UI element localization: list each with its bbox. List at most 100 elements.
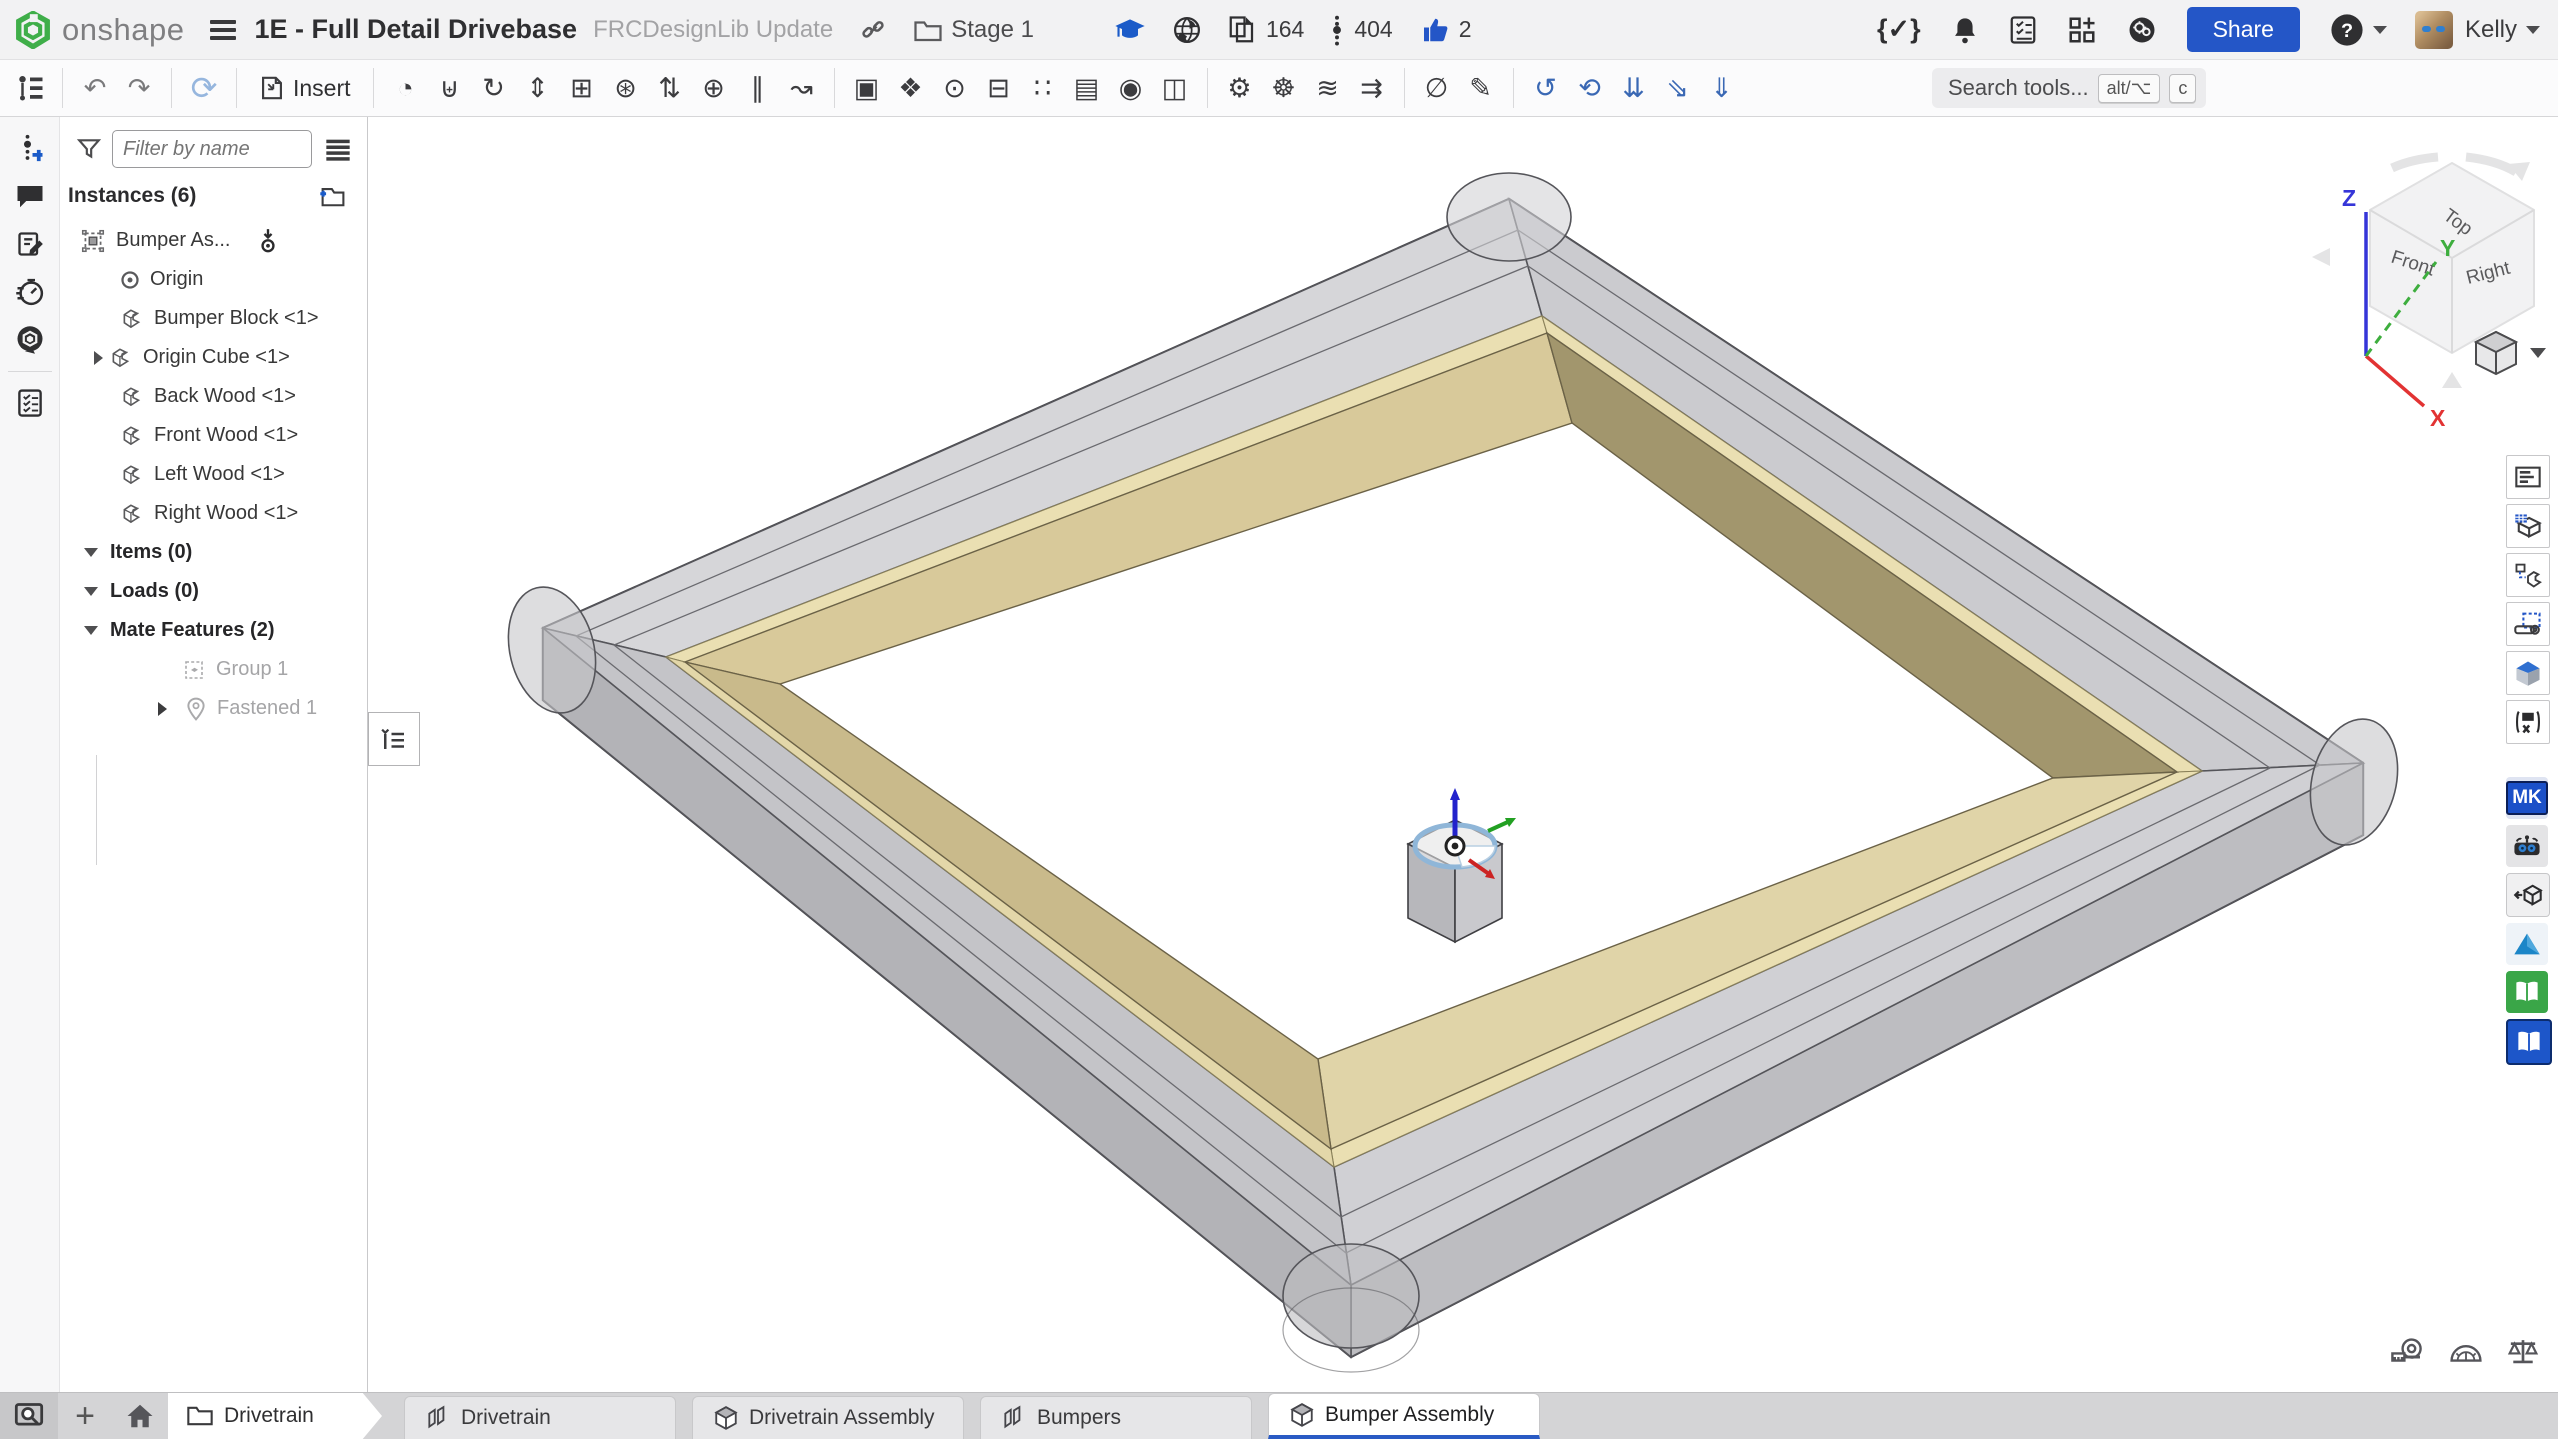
comments-icon[interactable] xyxy=(13,179,47,213)
green-library-app-icon[interactable] xyxy=(2506,971,2548,1013)
stamp-panel-icon[interactable] xyxy=(2506,602,2550,646)
home-tab-button[interactable] xyxy=(112,1393,168,1439)
redo-button[interactable]: ↷ xyxy=(117,66,161,110)
feature-script-icon[interactable]: {✓} xyxy=(1877,14,1921,45)
rotate-animation-tool[interactable]: ↺ xyxy=(1524,66,1568,110)
tab-drivetrain-partstudio[interactable]: Drivetrain xyxy=(404,1396,676,1439)
fastened-mate-tool[interactable]: ⊎ xyxy=(428,66,472,110)
like-icon[interactable] xyxy=(1419,15,1449,45)
release-notes-icon[interactable] xyxy=(13,227,47,261)
mkcad-app-icon[interactable]: MK xyxy=(2506,777,2548,819)
list-view-icon[interactable] xyxy=(324,137,352,161)
pin-slot-mate-tool[interactable]: ⊕ xyxy=(692,66,736,110)
pattern-tool[interactable]: ∷ xyxy=(1021,66,1065,110)
expand-chevron-icon[interactable] xyxy=(94,351,103,365)
mass-properties-icon[interactable] xyxy=(2506,1336,2540,1366)
tab-drivetrain-assembly[interactable]: Drivetrain Assembly xyxy=(692,1396,964,1439)
tab-bumpers-partstudio[interactable]: Bumpers xyxy=(980,1396,1252,1439)
tree-item-root-assembly[interactable]: Bumper As... xyxy=(60,221,367,260)
panel-collapse-toggle[interactable] xyxy=(368,712,420,766)
undo-button[interactable]: ↶ xyxy=(73,66,117,110)
folder-breadcrumb-tab[interactable]: Drivetrain xyxy=(168,1393,382,1439)
protractor-icon[interactable] xyxy=(2448,1336,2484,1366)
section-mate-features[interactable]: Mate Features (2) xyxy=(60,611,367,650)
translate-explode-tool[interactable]: ⇊ xyxy=(1612,66,1656,110)
tree-item-part[interactable]: Right Wood <1> xyxy=(60,494,367,533)
cylindrical-mate-tool[interactable]: ⇅ xyxy=(648,66,692,110)
derive-panel-icon[interactable] xyxy=(2506,553,2550,597)
add-tab-button[interactable]: + xyxy=(58,1393,112,1439)
collapse-explode-tool[interactable]: ⇘ xyxy=(1656,66,1700,110)
app-store-icon[interactable] xyxy=(2067,15,2097,45)
tape-measure-icon[interactable] xyxy=(2390,1336,2426,1366)
share-link-icon[interactable] xyxy=(859,16,887,44)
hide-features-tool[interactable]: ∅ xyxy=(1415,66,1459,110)
cut-list-panel-icon[interactable] xyxy=(2506,504,2550,548)
gear-relation-tool[interactable]: ⚙ xyxy=(1218,66,1262,110)
bom-panel-icon[interactable] xyxy=(2506,455,2550,499)
rotate-instance-button[interactable]: ⟳ xyxy=(182,66,226,110)
tree-item-part[interactable]: Left Wood <1> xyxy=(60,455,367,494)
tree-item-part-expandable[interactable]: Origin Cube <1> xyxy=(60,338,367,377)
help-caret-icon[interactable] xyxy=(2373,26,2387,34)
ball-mate-tool[interactable]: ⊛ xyxy=(604,66,648,110)
tree-item-fastened[interactable]: Fastened 1 xyxy=(60,689,367,728)
exploded-view-tool[interactable]: ◫ xyxy=(1153,66,1197,110)
group-tool[interactable]: ▣ xyxy=(845,66,889,110)
help-icon[interactable]: ? xyxy=(2330,13,2364,47)
feature-list-toggle-icon[interactable] xyxy=(8,66,52,110)
rack-pinion-relation-tool[interactable]: ☸ xyxy=(1262,66,1306,110)
filter-icon[interactable] xyxy=(76,136,102,162)
action-items-icon[interactable] xyxy=(13,386,47,420)
search-tools-input[interactable]: Search tools... alt/⌥ c xyxy=(1932,68,2206,108)
table-app-icon[interactable] xyxy=(2506,700,2550,744)
tree-item-part[interactable]: Front Wood <1> xyxy=(60,416,367,455)
explode-step-tool[interactable]: ⇓ xyxy=(1700,66,1744,110)
tangent-mate-tool[interactable]: ↝ xyxy=(780,66,824,110)
revolute-mate-tool[interactable]: ↻ xyxy=(472,66,516,110)
performance-icon[interactable] xyxy=(13,275,47,309)
triangle-app-icon[interactable] xyxy=(2506,923,2548,965)
gem-app-icon[interactable] xyxy=(2506,651,2550,695)
onshape-logo-icon[interactable] xyxy=(14,11,52,49)
view-options-button[interactable] xyxy=(2476,332,2546,374)
replicate-tool[interactable]: ❖ xyxy=(889,66,933,110)
tab-bumper-assembly[interactable]: Bumper Assembly xyxy=(1268,1393,1540,1439)
public-globe-icon[interactable] xyxy=(1172,15,1202,45)
section-loads[interactable]: Loads (0) xyxy=(60,572,367,611)
search-tabs-button[interactable] xyxy=(0,1393,58,1439)
insert-parts-tool[interactable]: ⊟ xyxy=(977,66,1021,110)
tree-item-part[interactable]: Back Wood <1> xyxy=(60,377,367,416)
copies-icon[interactable] xyxy=(1228,15,1256,45)
edit-in-context-tool[interactable]: ✎ xyxy=(1459,66,1503,110)
section-items[interactable]: Items (0) xyxy=(60,533,367,572)
insert-button[interactable]: Insert xyxy=(247,68,363,108)
collapse-chevron-icon[interactable] xyxy=(84,548,98,557)
tree-item-part[interactable]: Bumper Block <1> xyxy=(60,299,367,338)
bom-table-tool[interactable]: ▤ xyxy=(1065,66,1109,110)
feedback-icon[interactable] xyxy=(13,323,47,357)
share-button[interactable]: Share xyxy=(2187,7,2300,52)
blue-library-app-icon[interactable] xyxy=(2506,1019,2552,1065)
create-version-icon[interactable] xyxy=(13,131,47,165)
screw-relation-tool[interactable]: ≋ xyxy=(1306,66,1350,110)
planar-mate-tool[interactable]: ⊞ xyxy=(560,66,604,110)
linear-relation-tool[interactable]: ⇉ xyxy=(1350,66,1394,110)
collapse-chevron-icon[interactable] xyxy=(84,587,98,596)
user-avatar[interactable] xyxy=(2415,11,2453,49)
filter-input[interactable] xyxy=(112,130,312,168)
export-app-icon[interactable] xyxy=(2506,873,2550,917)
ai-assistant-icon[interactable] xyxy=(2127,15,2157,45)
main-menu-icon[interactable] xyxy=(210,16,236,44)
add-folder-icon[interactable] xyxy=(318,183,348,209)
spin-animation-tool[interactable]: ⟲ xyxy=(1568,66,1612,110)
robot-app-icon[interactable] xyxy=(2506,825,2548,867)
standard-content-tool[interactable]: ⊙ xyxy=(933,66,977,110)
mate-tool[interactable]: ◔ xyxy=(384,66,428,110)
learning-center-icon[interactable] xyxy=(1114,16,1146,44)
parallel-mate-tool[interactable]: ∥ xyxy=(736,66,780,110)
tasks-icon[interactable] xyxy=(2009,15,2037,45)
view-cube[interactable]: Top Front Right Z X Y xyxy=(2312,157,2534,431)
versions-icon[interactable] xyxy=(1330,14,1344,46)
user-menu-caret-icon[interactable] xyxy=(2526,26,2540,34)
